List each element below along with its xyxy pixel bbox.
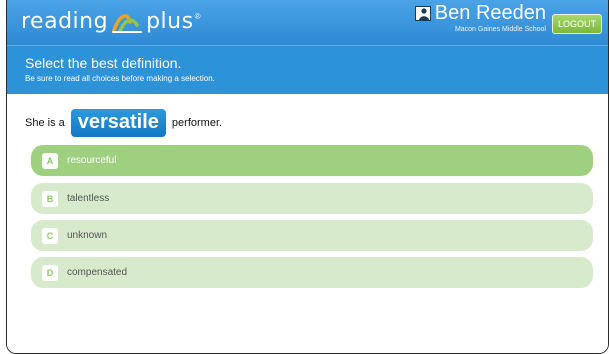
choice-letter-badge: C	[42, 227, 58, 244]
choice-d[interactable]: D compensated	[31, 257, 593, 288]
question-sentence: She is a versatile performer.	[25, 108, 222, 138]
choice-text: resourceful	[67, 155, 117, 166]
logout-button[interactable]: LOGOUT	[552, 14, 602, 34]
user-profile-icon	[414, 5, 431, 21]
sentence-suffix: performer.	[171, 117, 223, 129]
brand-logo: reading plus ®	[21, 6, 200, 36]
choice-b[interactable]: B talentless	[31, 183, 593, 214]
user-name: Ben Reeden	[434, 2, 546, 24]
choice-text: talentless	[67, 193, 110, 204]
instruction-subtitle: Be sure to read all choices before makin…	[25, 74, 215, 83]
choice-text: compensated	[67, 267, 128, 278]
instruction-title: Select the best definition.	[25, 55, 182, 71]
choice-letter-badge: A	[42, 152, 58, 169]
book-swirl-icon	[112, 14, 143, 33]
sentence-prefix: She is a	[25, 117, 65, 129]
choice-letter-badge: B	[42, 190, 58, 207]
question-area: She is a versatile performer. A resource…	[7, 94, 608, 353]
choice-text: unknown	[67, 230, 108, 241]
brand-text-plus: plus	[146, 8, 194, 34]
app-frame: reading plus ® Ben Reeden Macon Gaines M…	[6, 0, 609, 354]
instruction-panel: Select the best definition. Be sure to r…	[7, 45, 608, 94]
school-name: Macon Gaines Middle School	[454, 26, 546, 33]
top-bar: reading plus ® Ben Reeden Macon Gaines M…	[7, 0, 608, 45]
choice-c[interactable]: C unknown	[31, 220, 593, 251]
brand-text-reading: reading	[21, 8, 109, 34]
choice-letter-badge: D	[42, 264, 58, 281]
trademark-mark: ®	[194, 12, 201, 21]
user-info: Ben Reeden Macon Gaines Middle School	[414, 2, 546, 33]
choice-a[interactable]: A resourceful	[31, 145, 593, 176]
vocabulary-word: versatile	[70, 109, 166, 137]
